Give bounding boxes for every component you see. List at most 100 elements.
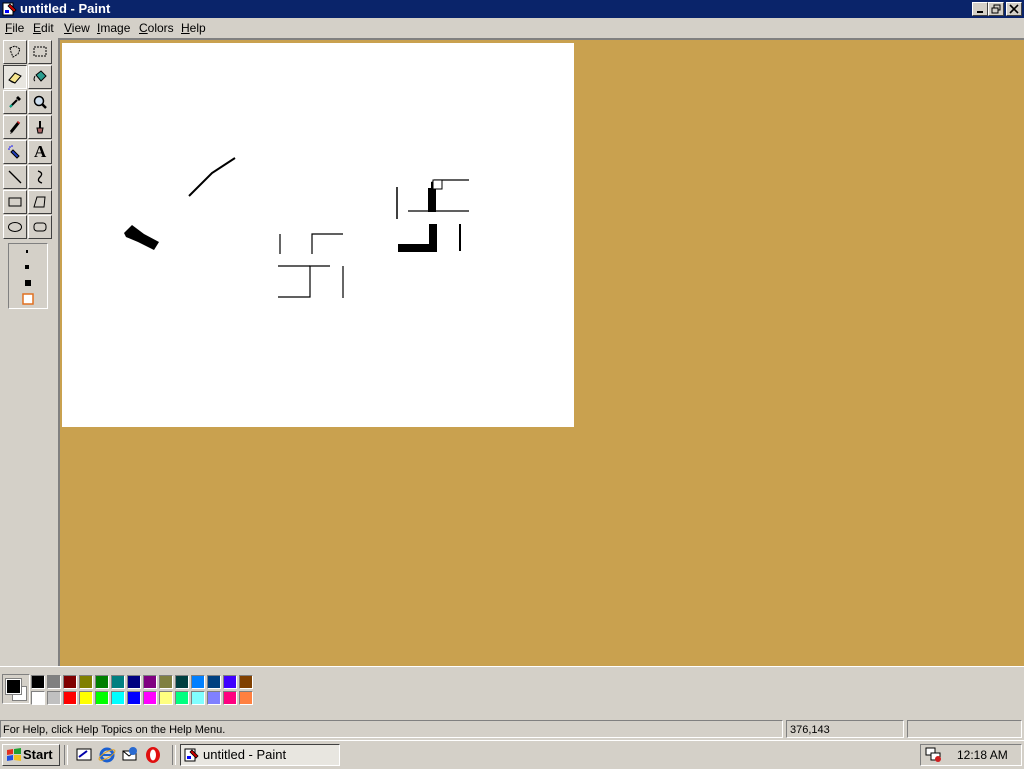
magnifier-tool[interactable] bbox=[28, 90, 52, 114]
palette-color-swatch[interactable] bbox=[127, 691, 141, 705]
palette-color-swatch[interactable] bbox=[191, 675, 205, 689]
palette-color-swatch[interactable] bbox=[31, 675, 45, 689]
palette-color-swatch[interactable] bbox=[127, 675, 141, 689]
menu-view[interactable]: View bbox=[64, 21, 90, 35]
minimize-button[interactable] bbox=[972, 2, 988, 16]
text-tool-icon: A bbox=[34, 142, 47, 161]
airbrush-tool[interactable] bbox=[3, 140, 27, 164]
palette-color-swatch[interactable] bbox=[111, 675, 125, 689]
title-bar: untitled - Paint bbox=[0, 0, 1024, 18]
restore-button[interactable] bbox=[988, 2, 1004, 16]
status-bar: For Help, click Help Topics on the Help … bbox=[0, 718, 1024, 740]
rounded-rectangle-tool[interactable] bbox=[28, 215, 52, 239]
palette-color-swatch[interactable] bbox=[159, 675, 173, 689]
palette-color-swatch[interactable] bbox=[63, 675, 77, 689]
toolbox: A bbox=[0, 38, 58, 666]
menu-file[interactable]: File bbox=[5, 21, 24, 35]
foreground-color[interactable] bbox=[5, 678, 22, 695]
system-tray: 12:18 AM bbox=[920, 744, 1022, 766]
palette-color-swatch[interactable] bbox=[143, 675, 157, 689]
palette-color-swatch[interactable] bbox=[95, 675, 109, 689]
eraser-size-options bbox=[8, 243, 48, 309]
palette-color-swatch[interactable] bbox=[191, 691, 205, 705]
eraser-tool[interactable] bbox=[3, 65, 27, 89]
line-drawing-left bbox=[278, 233, 344, 298]
eyedropper-icon bbox=[9, 96, 21, 108]
palette-color-swatch[interactable] bbox=[47, 691, 61, 705]
palette-color-swatch[interactable] bbox=[95, 691, 109, 705]
taskbar-paint-button[interactable]: untitled - Paint bbox=[180, 744, 340, 766]
close-icon bbox=[1009, 4, 1019, 14]
palette-color-swatch[interactable] bbox=[79, 675, 93, 689]
eraser-size-large[interactable] bbox=[25, 280, 31, 286]
text-tool[interactable]: A bbox=[28, 140, 52, 164]
menu-edit[interactable]: Edit bbox=[33, 21, 54, 35]
tool-buttons: A bbox=[3, 40, 54, 276]
palette-color-swatch[interactable] bbox=[239, 675, 253, 689]
ellipse-tool[interactable] bbox=[3, 215, 27, 239]
close-button[interactable] bbox=[1006, 2, 1022, 16]
palette-color-swatch[interactable] bbox=[79, 691, 93, 705]
palette-color-swatch[interactable] bbox=[111, 691, 125, 705]
palette-color-swatch[interactable] bbox=[159, 691, 173, 705]
pencil-stroke bbox=[188, 157, 236, 197]
palette-color-swatch[interactable] bbox=[31, 691, 45, 705]
eraser-icon bbox=[8, 72, 22, 84]
free-form-select-tool[interactable] bbox=[3, 40, 27, 64]
palette-color-swatch[interactable] bbox=[239, 691, 253, 705]
window-title: untitled - Paint bbox=[20, 1, 111, 16]
status-help-text: For Help, click Help Topics on the Help … bbox=[0, 720, 783, 738]
internet-explorer-icon[interactable] bbox=[98, 746, 116, 764]
brush-icon bbox=[36, 121, 44, 134]
taskbar-paint-label: untitled - Paint bbox=[203, 747, 287, 762]
brush-stroke bbox=[124, 225, 159, 250]
eraser-size-medium[interactable] bbox=[25, 265, 29, 269]
rounded-rectangle-icon bbox=[33, 222, 47, 232]
paint-bucket-icon bbox=[33, 70, 47, 82]
pick-color-tool[interactable] bbox=[3, 90, 27, 114]
eraser-cursor bbox=[432, 179, 443, 190]
palette-color-swatch[interactable] bbox=[143, 691, 157, 705]
palette-color-swatch[interactable] bbox=[207, 675, 221, 689]
line-icon bbox=[8, 170, 22, 184]
opera-icon[interactable] bbox=[144, 746, 162, 764]
start-label: Start bbox=[23, 747, 53, 762]
palette-color-swatch[interactable] bbox=[175, 675, 189, 689]
taskbar-separator bbox=[172, 745, 176, 765]
polygon-icon bbox=[33, 196, 46, 208]
clock[interactable]: 12:18 AM bbox=[957, 745, 1008, 765]
rectangle-icon bbox=[8, 197, 22, 207]
status-selection-size bbox=[907, 720, 1022, 738]
line-tool[interactable] bbox=[3, 165, 27, 189]
menu-help[interactable]: Help bbox=[181, 21, 206, 35]
palette-color-swatch[interactable] bbox=[47, 675, 61, 689]
pencil-tool[interactable] bbox=[3, 115, 27, 139]
curve-icon bbox=[37, 170, 43, 184]
rectangle-tool[interactable] bbox=[3, 190, 27, 214]
curve-tool[interactable] bbox=[28, 165, 52, 189]
menu-bar: File Edit View Image Colors Help bbox=[0, 18, 1024, 38]
palette-color-swatch[interactable] bbox=[223, 675, 237, 689]
menu-image[interactable]: Image bbox=[97, 21, 130, 35]
start-button[interactable]: Start bbox=[2, 744, 60, 766]
eraser-size-small[interactable] bbox=[26, 250, 28, 253]
palette-color-swatch[interactable] bbox=[223, 691, 237, 705]
outlook-express-icon[interactable] bbox=[121, 746, 139, 764]
minimize-icon bbox=[977, 11, 983, 13]
magnifier-icon bbox=[33, 95, 47, 109]
fill-tool[interactable] bbox=[28, 65, 52, 89]
pencil-icon bbox=[9, 120, 21, 134]
brush-tool[interactable] bbox=[28, 115, 52, 139]
line-drawing-right bbox=[396, 179, 469, 252]
show-desktop-icon[interactable] bbox=[75, 746, 93, 764]
polygon-tool[interactable] bbox=[28, 190, 52, 214]
palette-color-swatch[interactable] bbox=[207, 691, 221, 705]
palette-color-swatch[interactable] bbox=[175, 691, 189, 705]
eraser-size-xlarge[interactable] bbox=[22, 293, 34, 305]
drawing-canvas[interactable] bbox=[62, 43, 574, 427]
menu-colors[interactable]: Colors bbox=[139, 21, 174, 35]
network-tray-icon[interactable] bbox=[925, 746, 943, 764]
select-tool[interactable] bbox=[28, 40, 52, 64]
palette-color-swatch[interactable] bbox=[63, 691, 77, 705]
status-coordinates: 376,143 bbox=[786, 720, 904, 738]
